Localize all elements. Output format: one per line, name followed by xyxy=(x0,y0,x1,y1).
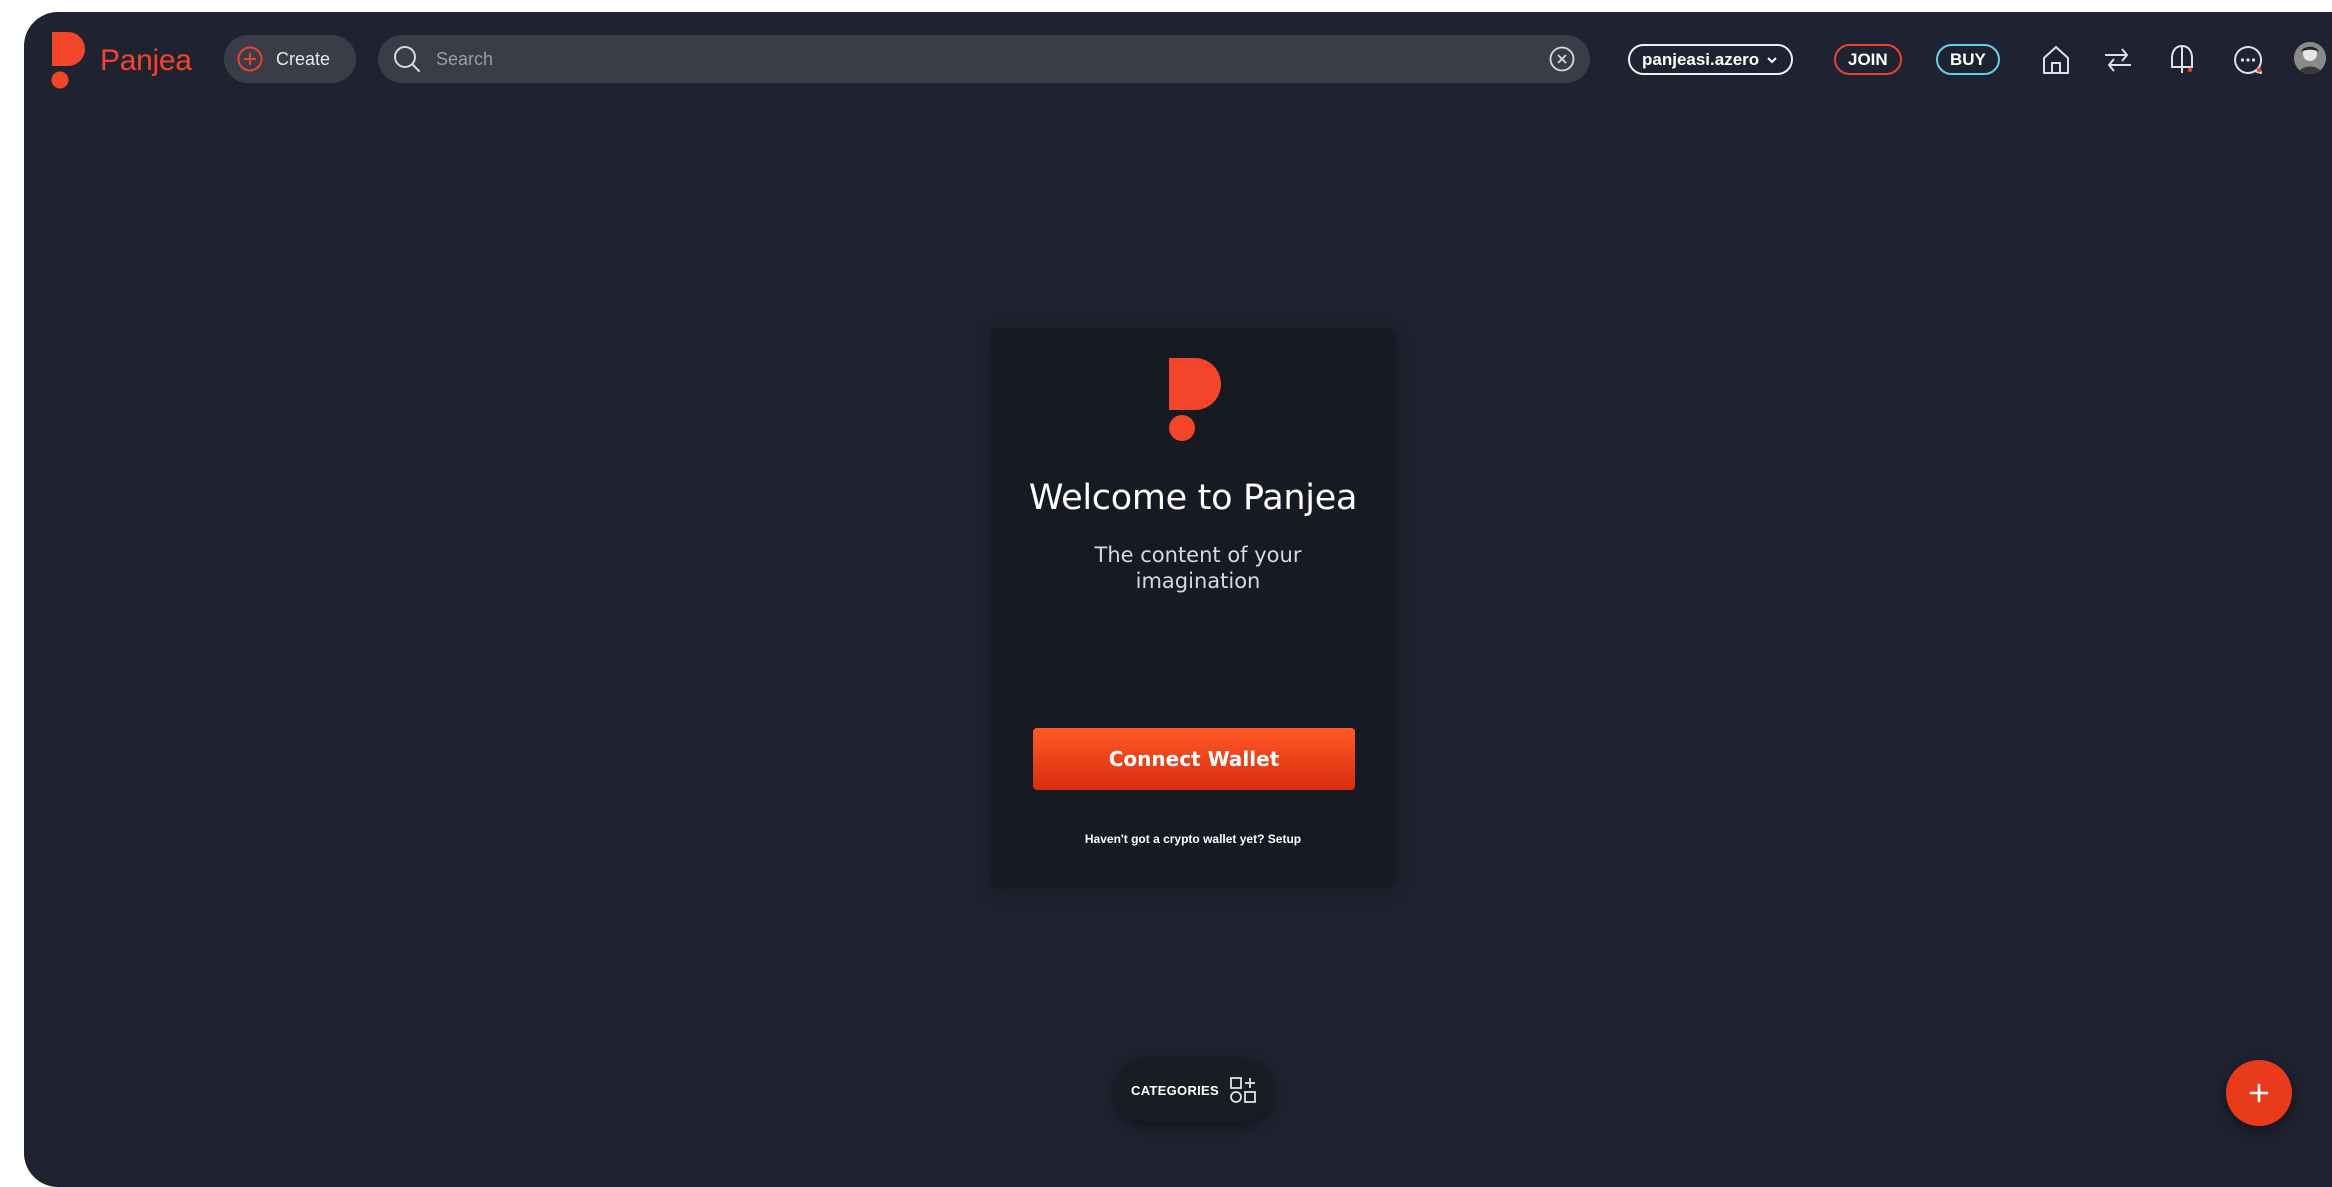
transfer-button[interactable] xyxy=(2100,42,2136,78)
home-button[interactable] xyxy=(2038,42,2074,78)
brand-logo[interactable]: Panjea xyxy=(50,32,192,90)
welcome-subtitle: The content of your imagination xyxy=(1094,543,1302,593)
buy-label: BUY xyxy=(1950,49,1986,69)
categories-button[interactable]: CATEGORIES xyxy=(1115,1058,1273,1122)
create-button[interactable]: Create xyxy=(224,35,356,83)
welcome-title: Welcome to Panjea xyxy=(1028,478,1358,518)
search-bar xyxy=(378,35,1590,83)
add-fab-button[interactable] xyxy=(2226,1060,2292,1126)
plus-circle-icon xyxy=(237,46,263,72)
home-icon xyxy=(2043,46,2069,74)
search-input[interactable] xyxy=(434,39,1548,79)
clear-search-icon[interactable] xyxy=(1548,45,1576,73)
buy-button[interactable]: BUY xyxy=(1936,44,2000,75)
account-dropdown[interactable]: panjeasi.azero xyxy=(1628,44,1794,75)
account-label: panjeasi.azero xyxy=(1642,49,1760,69)
user-avatar[interactable] xyxy=(2294,42,2326,74)
notifications-icon xyxy=(2171,44,2193,73)
categories-label: CATEGORIES xyxy=(1131,1082,1219,1098)
welcome-card: Welcome to Panjea The content of your im… xyxy=(990,328,1396,888)
top-bar: Panjea Create panjeasi.azero xyxy=(24,12,2332,108)
create-label: Create xyxy=(276,48,331,69)
categories-grid-icon xyxy=(1230,1077,1256,1103)
join-button[interactable]: JOIN xyxy=(1834,44,1902,75)
wallet-setup-hint: Haven't got a crypto wallet yet? Setup xyxy=(990,832,1396,846)
app-window: Panjea Create panjeasi.azero xyxy=(24,12,2332,1187)
chat-icon xyxy=(2234,45,2263,74)
panjea-logo-icon xyxy=(1169,358,1221,441)
wallet-hint-text: Haven't got a crypto wallet yet? xyxy=(1084,832,1265,846)
plus-icon xyxy=(2249,1083,2269,1103)
panjea-logo-icon xyxy=(51,32,85,89)
brand-name: Panjea xyxy=(100,44,192,77)
notifications-button[interactable] xyxy=(2164,42,2200,78)
join-label: JOIN xyxy=(1848,49,1888,69)
chevron-down-icon xyxy=(1767,56,1777,63)
messages-button[interactable] xyxy=(2230,42,2266,78)
transfer-icon xyxy=(2105,48,2131,72)
avatar-image xyxy=(2294,42,2326,74)
setup-link[interactable]: Setup xyxy=(1268,832,1301,846)
connect-wallet-button[interactable]: Connect Wallet xyxy=(1033,728,1355,790)
search-icon xyxy=(394,46,420,72)
